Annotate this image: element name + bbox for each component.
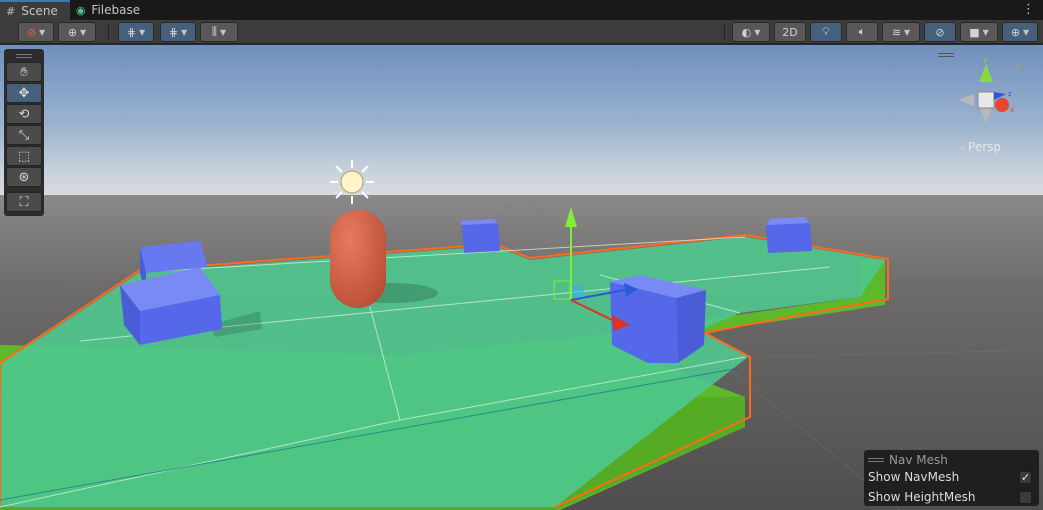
- scene-visibility-toggle[interactable]: ⊘: [924, 22, 956, 42]
- cube-far-right[interactable]: [766, 217, 812, 253]
- gizmo-icon: ⊕: [1010, 25, 1021, 39]
- chevron-down-icon: ▼: [982, 27, 989, 37]
- show-navmesh-checkbox[interactable]: ✓: [1019, 470, 1032, 484]
- capsule-object[interactable]: [330, 210, 386, 308]
- chevron-down-icon: ▼: [139, 27, 146, 37]
- drag-handle-icon: [868, 457, 884, 462]
- ruler-icon: ⫼: [211, 25, 217, 38]
- move-icon: ✥: [18, 85, 30, 101]
- show-heightmesh-row[interactable]: Show HeightMesh: [868, 487, 1035, 507]
- camera-dropdown[interactable]: ■ ▼: [960, 22, 998, 42]
- directional-light-icon[interactable]: [330, 160, 374, 204]
- cube-selected[interactable]: [610, 275, 706, 363]
- axis-gizmo-icon: y z x: [958, 55, 1021, 124]
- cube-middle[interactable]: [460, 219, 500, 253]
- persp-arrow-icon: ◂: [960, 142, 965, 152]
- scene-viewport[interactable]: [0, 45, 1043, 510]
- projection-toggle[interactable]: ◂ Persp: [960, 140, 1001, 154]
- show-navmesh-row[interactable]: Show NavMesh ✓: [868, 467, 1035, 487]
- layers-icon: ≋: [891, 25, 902, 39]
- rect-icon: ⬚: [17, 148, 31, 164]
- show-heightmesh-checkbox[interactable]: [1019, 490, 1032, 504]
- move-tool-button[interactable]: ✥: [6, 83, 42, 103]
- rotate-tool-button[interactable]: ⟲: [6, 104, 42, 124]
- grid-snap-button[interactable]: ⋕ ▼: [118, 22, 154, 42]
- hand-icon: ✋︎: [20, 64, 28, 80]
- grid-icon: ⋕: [168, 25, 179, 39]
- scene-render: [0, 45, 1043, 510]
- checkmark-icon: ✓: [1020, 470, 1031, 484]
- axis-y-label: y: [983, 55, 988, 64]
- toolbar-divider: [108, 24, 109, 40]
- global-local-dropdown[interactable]: ⊕ ▼: [58, 22, 96, 42]
- draw-mode-icon: ⊘: [26, 25, 37, 39]
- rect-tool-button[interactable]: ⬚: [6, 146, 42, 166]
- navmesh-title-label: Nav Mesh: [889, 452, 948, 467]
- chevron-down-icon: ▼: [39, 27, 46, 37]
- lightbulb-icon: 💡︎: [822, 25, 830, 38]
- eye-icon: ◉: [75, 3, 86, 17]
- draw-mode-dropdown[interactable]: ⊘ ▼: [18, 22, 54, 42]
- mode-2d-label: 2D: [782, 25, 798, 39]
- transform-tool-button[interactable]: ⊛: [6, 167, 42, 187]
- custom-tool-button[interactable]: ⛶: [6, 192, 42, 212]
- gizmos-dropdown[interactable]: ⊕ ▼: [1002, 22, 1038, 42]
- scale-tool-button[interactable]: ⤡: [6, 125, 42, 145]
- camera-icon: ■: [969, 25, 980, 39]
- navmesh-overlay-panel: Nav Mesh Show NavMesh ✓ Show HeightMesh: [864, 450, 1039, 506]
- shading-mode-dropdown[interactable]: ◐ ▼: [732, 22, 770, 42]
- hand-tool-button[interactable]: ✋︎: [6, 62, 42, 82]
- tab-bar: # Scene ◉ Filebase ⋮: [0, 0, 1043, 20]
- speaker-icon: 🔈︎: [858, 25, 866, 38]
- navmesh-overlay-title[interactable]: Nav Mesh: [868, 452, 1035, 467]
- grid-visibility-button[interactable]: ⋕ ▼: [160, 22, 196, 42]
- scale-icon: ⤡: [18, 127, 30, 143]
- axis-z-label: z: [1008, 90, 1012, 98]
- mode-2d-toggle[interactable]: 2D: [774, 22, 806, 42]
- grid-icon: #: [6, 4, 16, 18]
- chevron-down-icon: ▼: [1023, 27, 1030, 37]
- eye-slash-icon: ⊘: [935, 25, 945, 39]
- custom-tool-icon: ⛶: [19, 194, 29, 210]
- increment-snap-button[interactable]: ⫼ ▼: [200, 22, 238, 42]
- globe-icon: ⊕: [67, 25, 78, 39]
- projection-label: Persp: [968, 140, 1002, 154]
- lighting-toggle[interactable]: 💡︎: [810, 22, 842, 42]
- transform-icon: ⊛: [18, 169, 30, 185]
- tab-scene[interactable]: # Scene: [0, 0, 70, 20]
- axis-x-label: x: [1010, 106, 1014, 114]
- effects-dropdown[interactable]: ≋ ▼: [882, 22, 920, 42]
- tab-scene-label: Scene: [21, 4, 58, 18]
- show-navmesh-label: Show NavMesh: [868, 470, 960, 484]
- toolbar-divider: [724, 24, 725, 40]
- chevron-down-icon: ▼: [754, 27, 761, 37]
- tab-filebase-label: Filebase: [91, 3, 141, 17]
- tab-filebase[interactable]: ◉ Filebase: [70, 0, 152, 20]
- more-options-icon[interactable]: ⋮: [1022, 2, 1035, 17]
- show-heightmesh-label: Show HeightMesh: [868, 490, 976, 504]
- rotate-icon: ⟲: [18, 106, 30, 122]
- grid-snap-icon: ⋕: [126, 25, 137, 39]
- chevron-down-icon: ▼: [904, 27, 911, 37]
- sky: [0, 45, 1043, 195]
- chevron-down-icon: ▼: [219, 27, 227, 37]
- tools-drag-handle[interactable]: [6, 51, 42, 61]
- scene-toolbar: ⊘ ▼ ⊕ ▼ ⋕ ▼ ⋕ ▼ ⫼ ▼ ◐ ▼ 2D 💡︎ 🔈︎ ≋ ▼ ⊘ ■ ▼ ⊕ ▼: [0, 20, 1043, 44]
- tools-overlay: ✋︎ ✥ ⟲ ⤡ ⬚ ⊛ ⛶: [4, 49, 44, 216]
- chevron-down-icon: ▼: [181, 27, 188, 37]
- chevron-down-icon: ▼: [80, 27, 87, 37]
- audio-toggle[interactable]: 🔈︎: [846, 22, 878, 42]
- sphere-icon: ◐: [741, 25, 752, 39]
